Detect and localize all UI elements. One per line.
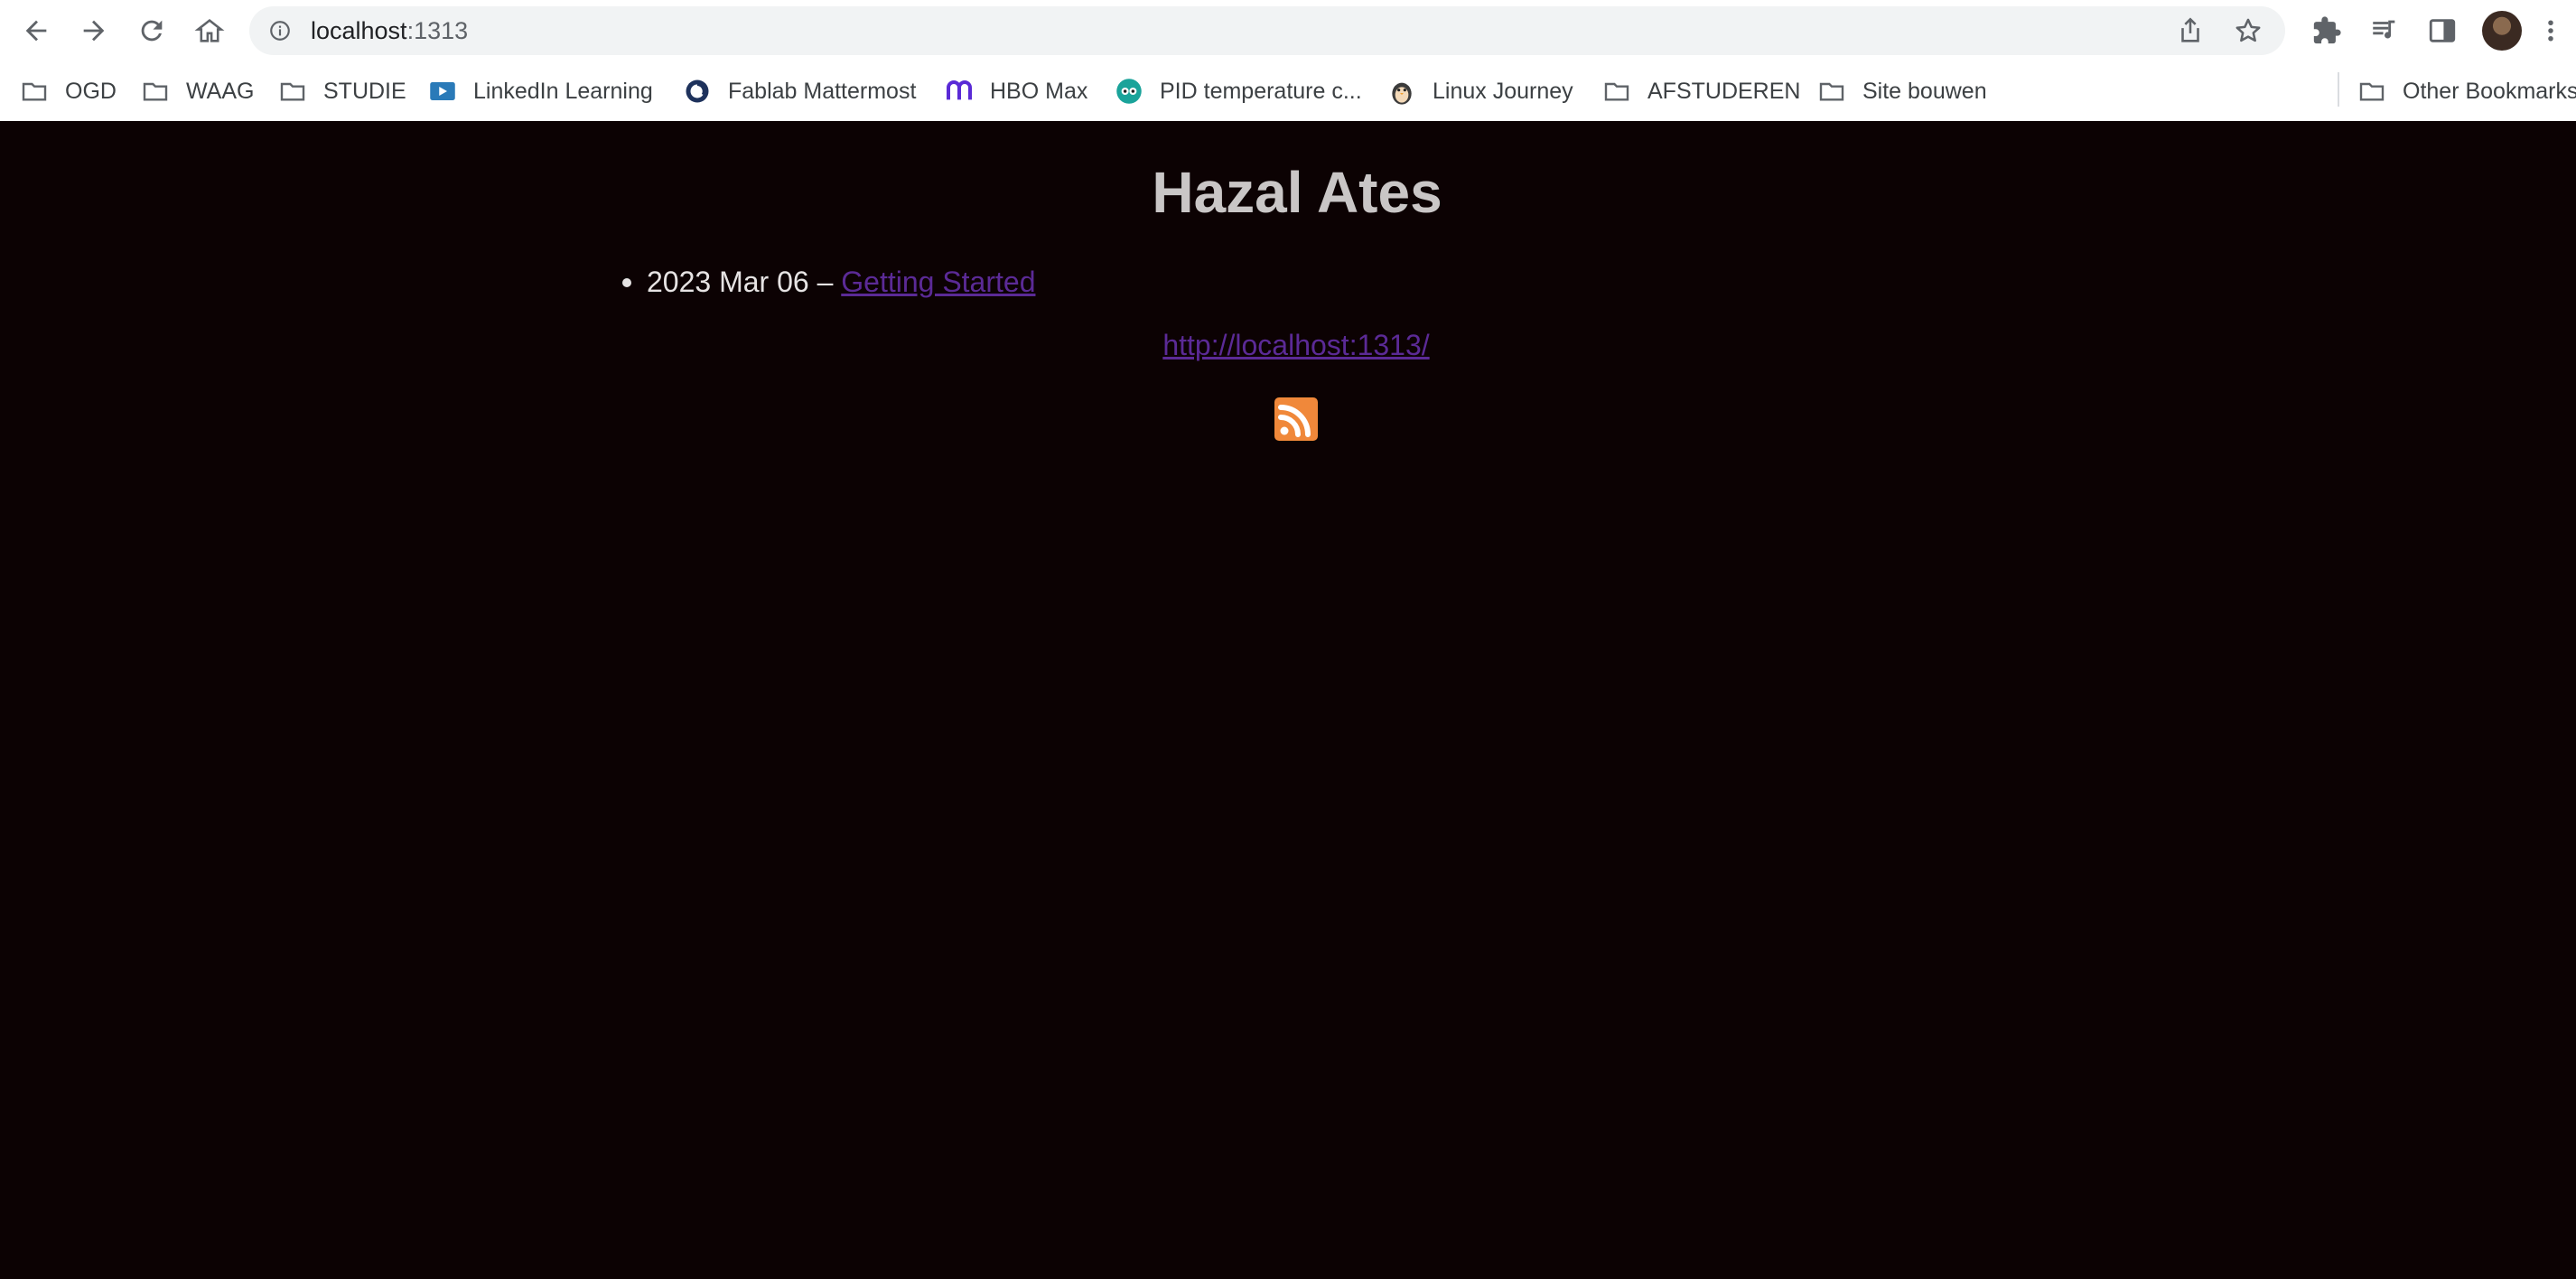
bookmark-waag[interactable]: WAAG bbox=[141, 61, 254, 121]
bookmark-label: AFSTUDEREN bbox=[1647, 78, 1801, 104]
bookmark-pid-temperature[interactable]: PID temperature c... bbox=[1115, 61, 1362, 121]
bookmark-label: LinkedIn Learning bbox=[473, 78, 653, 104]
share-icon[interactable] bbox=[2175, 15, 2206, 46]
post-list: 2023 Mar 06 – Getting Started bbox=[614, 264, 1035, 300]
rss-icon[interactable] bbox=[1274, 397, 1318, 441]
folder-icon bbox=[141, 77, 170, 106]
other-bookmarks-label: Other Bookmarks bbox=[2403, 78, 2576, 104]
bookmark-label: Linux Journey bbox=[1433, 78, 1573, 104]
extensions-puzzle-icon[interactable] bbox=[2309, 13, 2345, 49]
media-queue-icon[interactable] bbox=[2366, 13, 2403, 49]
address-text: localhost:1313 bbox=[311, 6, 468, 55]
home-icon[interactable] bbox=[191, 13, 228, 49]
reload-icon[interactable] bbox=[134, 13, 170, 49]
bookmark-fablab-mattermost[interactable]: Fablab Mattermost bbox=[683, 61, 916, 121]
bookmark-label: Site bouwen bbox=[1862, 78, 1987, 104]
address-bar[interactable]: localhost:1313 bbox=[249, 6, 2285, 55]
bookmarks-divider bbox=[2338, 72, 2339, 107]
list-item: 2023 Mar 06 – Getting Started bbox=[614, 264, 1035, 300]
linkedin-learning-icon bbox=[428, 77, 457, 106]
bookmark-label: STUDIE bbox=[323, 78, 406, 104]
post-date: 2023 Mar 06 bbox=[647, 266, 809, 298]
back-arrow-icon[interactable] bbox=[18, 13, 54, 49]
address-host: localhost bbox=[311, 17, 407, 44]
folder-icon bbox=[1602, 77, 1631, 106]
other-bookmarks[interactable]: Other Bookmarks bbox=[2357, 61, 2576, 121]
penguin-icon bbox=[1387, 77, 1416, 106]
bookmark-label: WAAG bbox=[186, 78, 255, 104]
mattermost-icon bbox=[683, 77, 712, 106]
site-info-icon[interactable] bbox=[267, 18, 293, 43]
bookmark-label: OGD bbox=[65, 78, 117, 104]
menu-kebab-icon[interactable] bbox=[2538, 13, 2563, 49]
bookmark-label: PID temperature c... bbox=[1160, 78, 1362, 104]
owl-icon bbox=[1115, 77, 1143, 106]
bookmark-site-bouwen[interactable]: Site bouwen bbox=[1817, 61, 1987, 121]
profile-avatar[interactable] bbox=[2482, 11, 2522, 51]
address-port: :1313 bbox=[406, 17, 469, 44]
page-content: Hazal Ates 2023 Mar 06 – Getting Started… bbox=[0, 121, 2576, 1279]
bookmark-star-icon[interactable] bbox=[2233, 15, 2263, 46]
bookmark-label: Fablab Mattermost bbox=[728, 78, 917, 104]
folder-icon bbox=[20, 77, 49, 106]
bookmark-label: HBO Max bbox=[990, 78, 1088, 104]
folder-icon bbox=[2357, 77, 2386, 106]
home-link-wrapper: http://localhost:1313/ bbox=[0, 327, 2576, 363]
folder-icon bbox=[278, 77, 307, 106]
browser-toolbar: localhost:1313 bbox=[0, 0, 2576, 61]
side-panel-icon[interactable] bbox=[2424, 13, 2460, 49]
home-link[interactable]: http://localhost:1313/ bbox=[1162, 329, 1429, 361]
forward-arrow-icon[interactable] bbox=[76, 13, 112, 49]
bookmark-afstuderen[interactable]: AFSTUDEREN bbox=[1602, 61, 1800, 121]
bookmark-hbo-max[interactable]: HBO Max bbox=[945, 61, 1087, 121]
list-bullet bbox=[622, 278, 631, 287]
site-title: Hazal Ates bbox=[1152, 160, 1442, 225]
bookmark-ogd[interactable]: OGD bbox=[20, 61, 117, 121]
post-separator: – bbox=[817, 266, 834, 298]
folder-icon bbox=[1817, 77, 1846, 106]
post-link[interactable]: Getting Started bbox=[841, 266, 1035, 298]
bookmark-linux-journey[interactable]: Linux Journey bbox=[1387, 61, 1573, 121]
bookmark-linkedin-learning[interactable]: LinkedIn Learning bbox=[428, 61, 653, 121]
hbo-max-icon bbox=[945, 77, 974, 106]
bookmark-studie[interactable]: STUDIE bbox=[278, 61, 406, 121]
bookmarks-bar: OGD WAAG STUDIE LinkedIn Learning Fablab… bbox=[0, 61, 2576, 122]
